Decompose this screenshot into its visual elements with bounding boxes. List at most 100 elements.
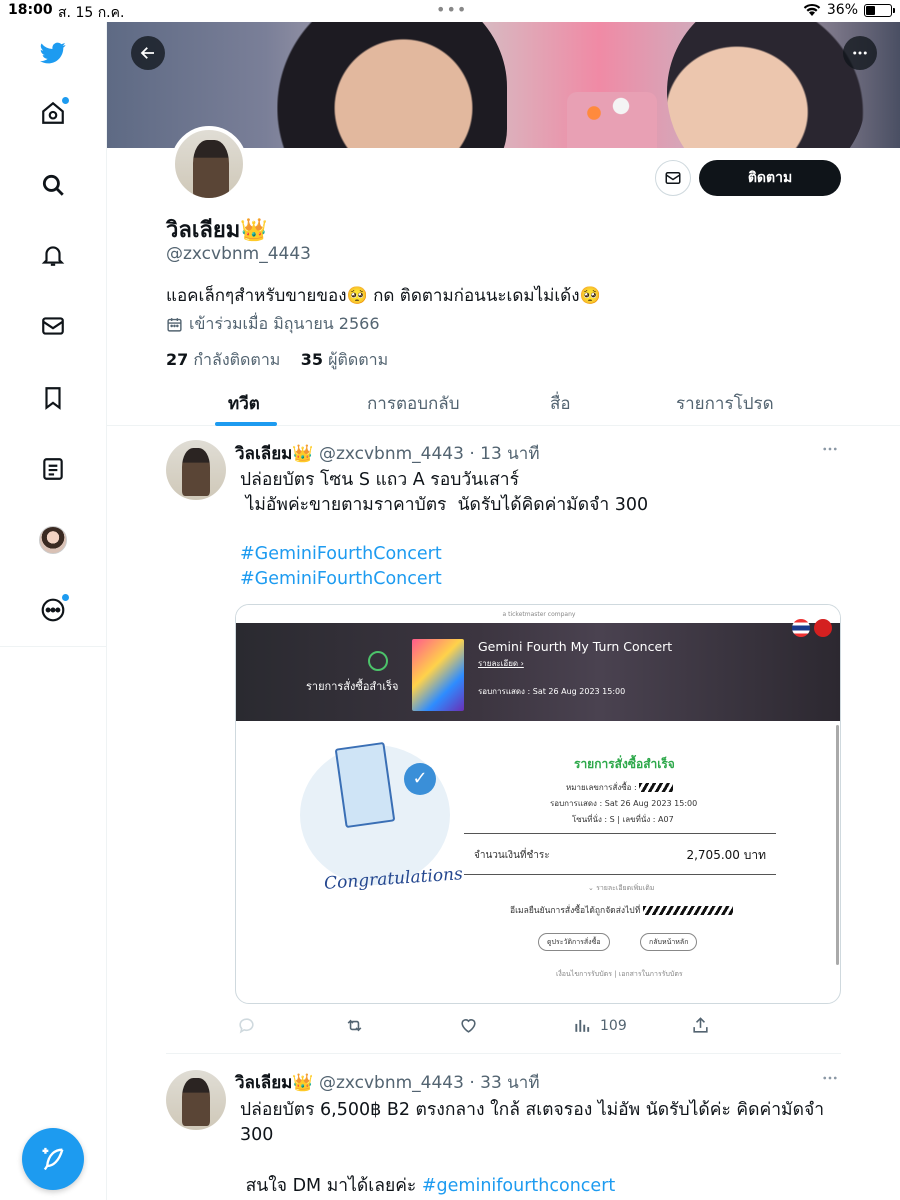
red-badge-icon xyxy=(814,619,832,637)
joined-text: เข้าร่วมเมื่อ มิถุนายน 2566 xyxy=(189,314,380,333)
sidebar-divider xyxy=(0,646,107,647)
avatar-figure xyxy=(182,1078,210,1126)
thai-flag-icon xyxy=(792,619,810,637)
tweet-avatar[interactable] xyxy=(166,440,226,500)
tweet-text-line: ปล่อยบัตร 6,500฿ B2 ตรงกลาง ใกล้ สเตจรอง… xyxy=(240,1100,825,1120)
language-flags xyxy=(792,619,832,637)
twitter-logo-icon[interactable] xyxy=(32,32,74,74)
tweet-more-button[interactable] xyxy=(821,440,839,463)
banner-photo-cake xyxy=(567,92,657,148)
messages-icon[interactable] xyxy=(32,305,74,347)
tweet-text-line: 300 xyxy=(240,1125,274,1145)
show-round-line: รอบการแสดง : Sat 26 Aug 2023 15:00 xyxy=(550,799,698,808)
profile-avatar[interactable] xyxy=(171,126,247,202)
tweet-media-image[interactable]: a ticketmaster company รายการสั่งซื้อสำเ… xyxy=(235,604,841,1004)
tweet-text-line: ปล่อยบัตร โซน S แถว A รอบวันเสาร์ xyxy=(240,470,520,490)
amount-row: จำนวนเงินที่ชำระ 2,705.00 บาท xyxy=(464,833,776,875)
status-time: 18:00 xyxy=(8,2,53,18)
share-icon xyxy=(693,1017,708,1033)
home-notification-dot xyxy=(62,97,69,104)
tweet-author-name[interactable]: วิลเลียม👑 xyxy=(235,1073,314,1093)
tab-replies[interactable]: การตอบกลับ xyxy=(367,390,460,417)
concert-poster xyxy=(412,639,464,711)
reply-button[interactable] xyxy=(237,1016,256,1035)
back-button[interactable] xyxy=(131,36,165,70)
status-bar: 18:00 ส. 15 ก.ค. ••• 36% xyxy=(0,0,900,22)
tweet-text-line: ไม่อัพค่ะขายตามราคาบัตร นัดรับได้คิดค่าม… xyxy=(240,495,649,515)
profile-stats: 27 กำลังติดตาม 35 ผู้ติดตาม xyxy=(166,348,388,373)
compose-tweet-button[interactable] xyxy=(22,1128,84,1190)
profile-display-name: วิลเลียม👑 xyxy=(166,218,268,243)
tweet-text-segment: สนใจ DM มาได้เลยค่ะ xyxy=(240,1176,422,1196)
tab-media[interactable]: สื่อ xyxy=(550,390,571,417)
more-notification-dot xyxy=(62,594,69,601)
tab-likes[interactable]: รายการโปรด xyxy=(676,390,774,417)
status-date: ส. 15 ก.ค. xyxy=(58,5,125,21)
media-scrollbar xyxy=(836,725,839,965)
retweet-icon xyxy=(347,1019,362,1032)
home-icon[interactable] xyxy=(32,92,74,134)
order-success-label: รายการสั่งซื้อสำเร็จ xyxy=(306,680,399,693)
search-icon[interactable] xyxy=(32,164,74,206)
tweet-separator xyxy=(166,1053,841,1054)
wifi-icon xyxy=(803,3,821,16)
amount-label: จำนวนเงินที่ชำระ xyxy=(474,850,550,861)
following-link[interactable]: 27 กำลังติดตาม xyxy=(166,350,280,369)
retweet-button[interactable] xyxy=(345,1016,364,1035)
avatar-figure xyxy=(182,448,210,496)
profile-bio: แอคเล็กๆสำหรับขายของ🥺 กด ติดตามก่อนนะเดม… xyxy=(166,286,601,306)
profile-avatar-small[interactable] xyxy=(32,519,74,561)
bookmarks-icon[interactable] xyxy=(32,377,74,419)
banner-photo-person xyxy=(667,22,867,148)
followers-count: 35 xyxy=(300,350,323,369)
concert-detail-link: รายละเอียด › xyxy=(478,659,524,668)
back-home-button: กลับหน้าหลัก xyxy=(640,933,698,951)
profile-handle: @zxcvbnm_4443 xyxy=(166,244,311,264)
tweet-text-line: สนใจ DM มาได้เลยค่ะ #geminifourthconcert xyxy=(240,1174,616,1199)
tweet-hashtag-link[interactable]: #GeminiFourthConcert xyxy=(240,569,442,589)
tweet-avatar[interactable] xyxy=(166,1070,226,1130)
share-button[interactable] xyxy=(691,1016,710,1035)
like-button[interactable] xyxy=(459,1016,478,1035)
email-confirm-text: อีเมลยืนยันการสั่งซื้อได้ถูกจัดส่งไปที่ xyxy=(510,906,641,916)
tweet-time[interactable]: · 33 นาที xyxy=(469,1073,539,1093)
followers-link[interactable]: 35 ผู้ติดตาม xyxy=(301,350,388,369)
main-column: ติดตาม วิลเลียม👑 @zxcvbnm_4443 แอคเล็กๆส… xyxy=(107,22,900,1200)
compose-feather-icon xyxy=(42,1147,64,1171)
calendar-icon xyxy=(167,318,182,332)
tweet-hashtag-link[interactable]: #GeminiFourthConcert xyxy=(240,544,442,564)
avatar xyxy=(39,526,67,554)
mail-icon xyxy=(665,172,681,184)
notifications-icon[interactable] xyxy=(32,234,74,276)
ticketmaster-caption: a ticketmaster company xyxy=(236,605,840,623)
more-options-button[interactable] xyxy=(843,36,877,70)
more-horizontal-icon xyxy=(823,1076,837,1080)
tweet-more-button[interactable] xyxy=(821,1069,839,1092)
tab-tweets[interactable]: ทวีต xyxy=(228,390,260,417)
more-horizontal-icon xyxy=(823,447,837,451)
follow-button[interactable]: ติดตาม xyxy=(699,160,841,196)
multitask-dots[interactable]: ••• xyxy=(436,0,467,19)
concert-show-date: รอบการแสดง : Sat 26 Aug 2023 15:00 xyxy=(478,687,626,696)
more-horizontal-icon xyxy=(853,51,867,55)
battery-percent: 36% xyxy=(826,2,858,18)
reply-icon xyxy=(239,1018,254,1034)
message-user-button[interactable] xyxy=(655,160,691,196)
views-count: 109 xyxy=(600,1017,627,1034)
app-root: 18:00 ส. 15 ก.ค. ••• 36% ติดตาม วิลเลียม… xyxy=(0,0,900,1200)
battery-fill xyxy=(866,5,875,15)
tweet-author-handle[interactable]: @zxcvbnm_4443 xyxy=(319,444,464,464)
banner-photo-person xyxy=(277,22,507,148)
seat-line: โซนที่นั่ง : S | เลขที่นั่ง : A07 xyxy=(572,815,674,824)
order-number-label: หมายเลขการสั่งซื้อ : xyxy=(566,783,637,792)
more-icon[interactable] xyxy=(32,589,74,631)
more-detail-link: ⌄ รายละเอียดเพิ่มเติม xyxy=(588,884,655,892)
tweet-hashtag-link[interactable]: #geminifourthconcert xyxy=(422,1176,615,1196)
concert-header-band: รายการสั่งซื้อสำเร็จ Gemini Fourth My Tu… xyxy=(236,619,840,721)
views-button[interactable]: 109 xyxy=(573,1016,627,1035)
tweet-time[interactable]: · 13 นาที xyxy=(469,444,539,464)
lists-icon[interactable] xyxy=(32,448,74,490)
tweet-author-name[interactable]: วิลเลียม👑 xyxy=(235,444,314,464)
tweet-author-handle[interactable]: @zxcvbnm_4443 xyxy=(319,1073,464,1093)
tweet-actions: 109 xyxy=(235,1016,841,1040)
